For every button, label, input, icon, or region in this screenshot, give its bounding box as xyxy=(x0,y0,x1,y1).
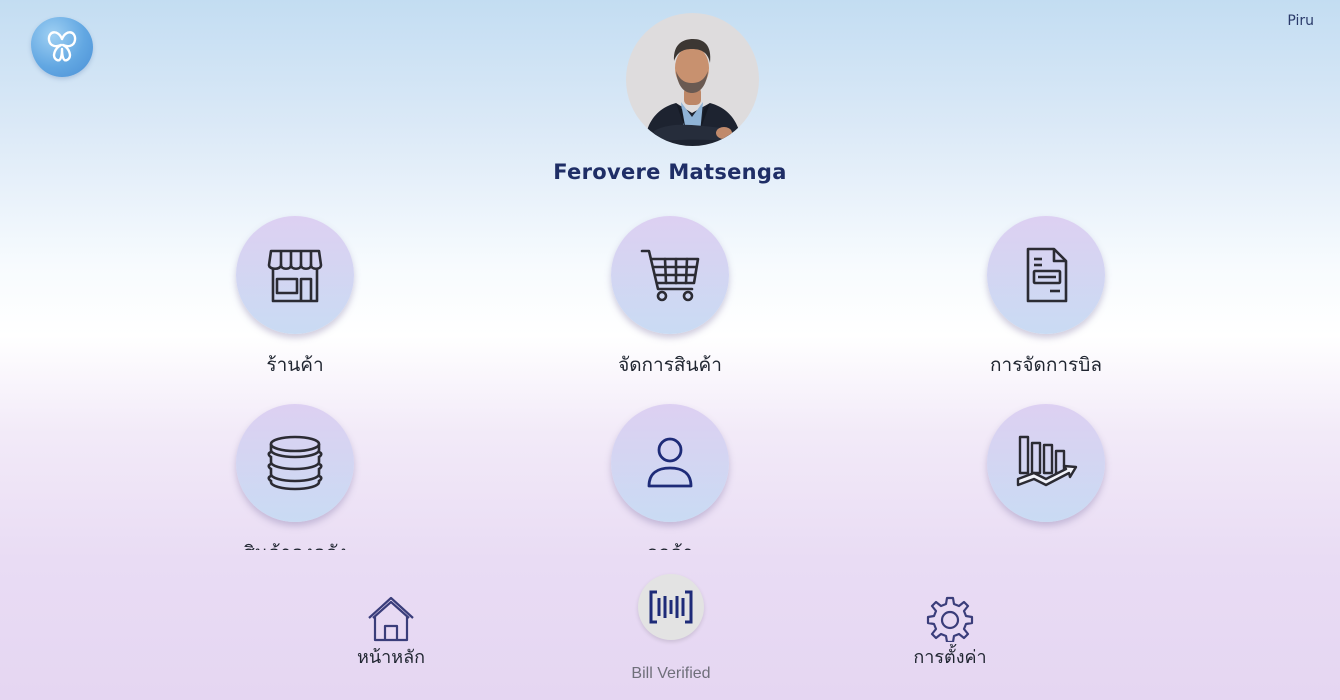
menu-tile-customers-circle[interactable] xyxy=(611,404,729,522)
menu-grid[interactable]: ร้านค้า จัดการสินค้า การจัดการบิล xyxy=(0,200,1340,550)
menu-tile-product-management[interactable]: จัดการสินค้า xyxy=(550,200,790,380)
storefront-icon xyxy=(267,249,323,303)
menu-tile-label: ลูกค้า xyxy=(550,538,790,550)
app-logo[interactable] xyxy=(31,17,93,77)
menu-tile-customers[interactable]: ลูกค้า xyxy=(550,388,790,550)
nav-home[interactable]: หน้าหลัก xyxy=(321,596,461,676)
user-photo xyxy=(644,39,742,146)
bill-document-icon xyxy=(1026,247,1068,303)
bar-chart-trend-icon xyxy=(1016,435,1078,487)
user-icon xyxy=(647,437,693,488)
nav-settings-label: การตั้งค่า xyxy=(913,647,987,668)
nav-settings[interactable]: การตั้งค่า xyxy=(880,596,1020,676)
profile-name: Ferovere Matsenga xyxy=(553,160,787,184)
menu-tile-label: ร้านค้า xyxy=(266,354,324,376)
menu-tile-bill-management-circle[interactable] xyxy=(987,216,1105,334)
avatar[interactable] xyxy=(626,13,759,146)
menu-tile-bill-management[interactable]: การจัดการบิล xyxy=(926,200,1166,380)
barcode-scan-button[interactable] xyxy=(638,574,704,640)
menu-tile-label: สินค้าคงคลัง xyxy=(175,538,415,550)
menu-tile-reports[interactable] xyxy=(926,388,1166,550)
butterfly-logo-icon xyxy=(47,31,77,62)
menu-tile-store[interactable]: ร้านค้า xyxy=(175,200,415,380)
home-icon xyxy=(368,596,414,642)
shopping-cart-icon xyxy=(640,249,700,302)
scan-label: Bill Verified xyxy=(631,665,711,682)
menu-tile-reports-circle[interactable] xyxy=(987,404,1105,522)
database-stack-icon xyxy=(267,435,323,491)
menu-tile-label: จัดการสินค้า xyxy=(618,354,722,376)
user-short-name[interactable]: Piru xyxy=(1287,13,1314,29)
gear-icon xyxy=(926,596,974,642)
nav-home-label: หน้าหลัก xyxy=(356,647,426,668)
menu-tile-label: การจัดการบิล xyxy=(990,354,1102,376)
menu-tile-inventory[interactable]: สินค้าคงคลัง xyxy=(175,388,415,550)
menu-tile-product-management-circle[interactable] xyxy=(611,216,729,334)
menu-tile-store-circle[interactable] xyxy=(236,216,354,334)
menu-tile-inventory-circle[interactable] xyxy=(236,404,354,522)
barcode-scan-icon xyxy=(649,590,693,624)
